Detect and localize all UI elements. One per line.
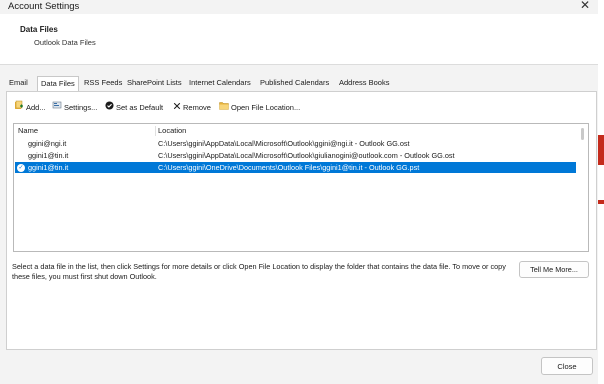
background-window-edge (598, 0, 604, 384)
column-header-location[interactable]: Location (158, 126, 186, 135)
tab-internet-calendars[interactable]: Internet Calendars (186, 76, 254, 91)
table-row-selected[interactable]: ✓ ggini1@tin.it C:\Users\ggini\OneDrive\… (15, 162, 576, 173)
data-files-panel: Add... Settings... Set as Default Remove (6, 91, 597, 350)
tab-sharepoint-lists[interactable]: SharePoint Lists (124, 76, 185, 91)
tab-email[interactable]: Email (6, 76, 31, 91)
tell-me-more-button[interactable]: Tell Me More... (519, 261, 589, 278)
row-location: C:\Users\ggini\AppData\Local\Microsoft\O… (158, 151, 455, 160)
data-files-list[interactable]: Name Location ggini@ngi.it C:\Users\ggin… (13, 123, 589, 252)
remove-label: Remove (183, 103, 211, 113)
row-location: C:\Users\ggini\AppData\Local\Microsoft\O… (158, 139, 410, 148)
settings-button[interactable]: Settings... (52, 100, 97, 116)
tab-rss-feeds[interactable]: RSS Feeds (81, 76, 125, 91)
background-red-line (598, 200, 604, 204)
row-location: C:\Users\ggini\OneDrive\Documents\Outloo… (158, 163, 420, 172)
close-button[interactable]: Close (541, 357, 593, 375)
scrollbar-thumb[interactable] (581, 128, 584, 140)
set-as-default-label: Set as Default (116, 103, 164, 113)
set-as-default-button[interactable]: Set as Default (105, 100, 163, 116)
header-subtitle: Outlook Data Files (34, 38, 96, 47)
table-row[interactable]: ggini1@tin.it C:\Users\ggini\AppData\Loc… (15, 150, 576, 161)
help-text: Select a data file in the list, then cli… (12, 262, 506, 281)
remove-icon (173, 100, 181, 116)
open-file-location-label: Open File Location... (231, 103, 301, 113)
tab-published-calendars[interactable]: Published Calendars (257, 76, 332, 91)
column-header-name[interactable]: Name (18, 126, 38, 135)
settings-label: Settings... (64, 103, 98, 113)
add-button[interactable]: Add... (14, 100, 46, 116)
tab-data-files[interactable]: Data Files (37, 76, 79, 92)
row-name: ggini1@tin.it (28, 151, 69, 160)
table-row[interactable]: ggini@ngi.it C:\Users\ggini\AppData\Loca… (15, 138, 576, 149)
row-name: ggini@ngi.it (28, 139, 67, 148)
check-circle-icon (105, 100, 114, 116)
folder-icon (219, 100, 229, 116)
header-title: Data Files (20, 25, 58, 34)
add-label: Add... (26, 103, 46, 113)
account-settings-dialog: Account Settings ✕ Data Files Outlook Da… (0, 0, 598, 384)
remove-button[interactable]: Remove (173, 100, 211, 116)
window-title: Account Settings (8, 1, 80, 12)
list-scrollbar[interactable] (577, 125, 587, 250)
row-name: ggini1@tin.it (28, 163, 69, 172)
add-file-icon (14, 100, 24, 116)
tab-address-books[interactable]: Address Books (336, 76, 392, 91)
title-bar: Account Settings ✕ (0, 0, 598, 14)
default-check-icon: ✓ (17, 163, 25, 172)
open-file-location-button[interactable]: Open File Location... (219, 100, 300, 116)
column-separator[interactable] (155, 126, 156, 136)
close-icon[interactable]: ✕ (578, 0, 592, 12)
dialog-header: Data Files Outlook Data Files (0, 14, 598, 65)
background-red-block (598, 135, 604, 165)
settings-icon (52, 100, 62, 116)
